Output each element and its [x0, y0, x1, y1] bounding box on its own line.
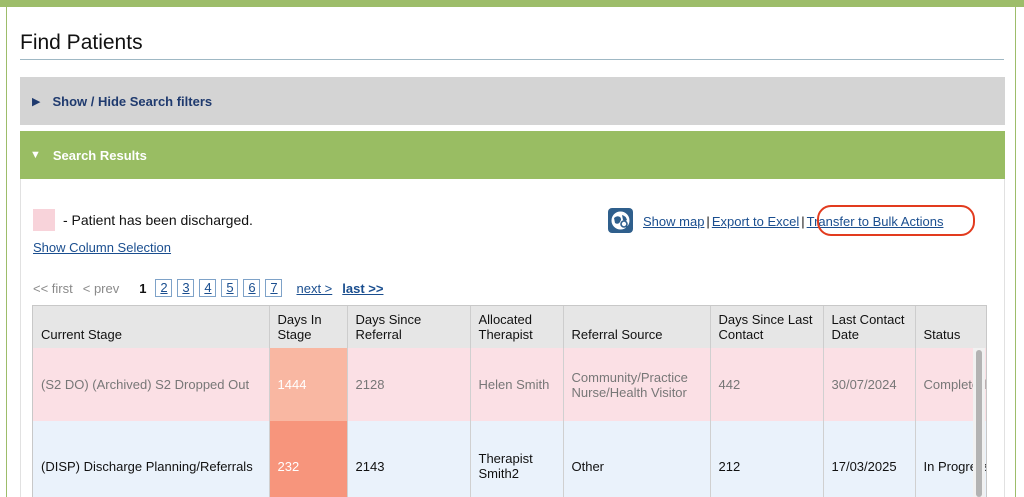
table-header-row: Current Stage Days In Stage Days Since R…	[33, 306, 986, 348]
export-to-excel-link[interactable]: Export to Excel	[712, 214, 799, 229]
pager-first: << first	[33, 280, 73, 296]
table-cell-last-contact-date: 17/03/2025	[823, 421, 916, 497]
show-column-selection-link[interactable]: Show Column Selection	[33, 240, 171, 255]
title-divider	[20, 59, 1004, 60]
table-row[interactable]: (S2 DO) (Archived) S2 Dropped Out 1444 2…	[33, 348, 986, 421]
table-cell-days-since-last-contact: 442	[710, 348, 824, 421]
table-cell-allocated-therapist: Helen Smith	[470, 348, 564, 421]
pager-next[interactable]: next >	[296, 281, 332, 296]
table-cell-days-in-stage: 1444	[269, 348, 348, 421]
column-header-last-contact-date[interactable]: Last Contact Date	[823, 306, 916, 348]
triangle-right-icon: ▶	[32, 95, 41, 108]
column-header-current-stage[interactable]: Current Stage	[33, 306, 270, 348]
pager-page-2[interactable]: 2	[155, 279, 173, 297]
show-map-link[interactable]: Show map	[643, 214, 704, 229]
table-cell-days-in-stage: 232	[269, 421, 348, 497]
table-cell-days-since-referral: 2143	[347, 421, 471, 497]
page-title: Find Patients	[20, 31, 143, 54]
toolbar-separator: |	[801, 214, 805, 229]
table-cell-days-since-referral: 2128	[347, 348, 471, 421]
search-filters-toggle[interactable]: ▶ Show / Hide Search filters	[20, 77, 1005, 125]
table-cell-current-stage: (DISP) Discharge Planning/Referrals	[33, 421, 270, 497]
pager-page-4[interactable]: 4	[199, 279, 217, 297]
column-header-status[interactable]: Status	[915, 306, 986, 348]
pager-last[interactable]: last >>	[342, 281, 383, 296]
pager-current-page: 1	[139, 280, 147, 296]
column-header-allocated-therapist[interactable]: Allocated Therapist	[470, 306, 564, 348]
search-results-label: Search Results	[52, 147, 147, 163]
highlight-circle	[817, 205, 975, 236]
table-cell-current-stage: (S2 DO) (Archived) S2 Dropped Out	[33, 348, 270, 421]
top-accent-bar	[0, 0, 1024, 7]
pager-page-6[interactable]: 6	[243, 279, 261, 297]
table-row[interactable]: (DISP) Discharge Planning/Referrals 232 …	[33, 421, 986, 497]
column-header-referral-source[interactable]: Referral Source	[563, 306, 711, 348]
map-icon[interactable]	[608, 208, 633, 233]
column-header-days-since-referral[interactable]: Days Since Referral	[347, 306, 471, 348]
table-cell-allocated-therapist: Therapist Smith2	[470, 421, 564, 497]
discharged-swatch	[33, 209, 55, 231]
search-results-header[interactable]: ▼ Search Results	[20, 131, 1005, 179]
discharged-legend-text: - Patient has been discharged.	[63, 212, 253, 228]
pagination: << first < prev 1 2 3 4 5 6 7 next > las…	[33, 278, 383, 298]
pager-page-5[interactable]: 5	[221, 279, 239, 297]
scrollbar-thumb[interactable]	[976, 350, 982, 497]
triangle-down-icon: ▼	[30, 149, 41, 161]
toolbar-separator: |	[706, 214, 710, 229]
table-cell-last-contact-date: 30/07/2024	[823, 348, 916, 421]
pager-page-3[interactable]: 3	[177, 279, 195, 297]
column-header-days-in-stage[interactable]: Days In Stage	[269, 306, 348, 348]
results-table-container: Current Stage Days In Stage Days Since R…	[32, 305, 987, 497]
table-cell-referral-source: Community/Practice Nurse/Health Visitor	[563, 348, 711, 421]
pager-page-7[interactable]: 7	[265, 279, 283, 297]
table-cell-days-since-last-contact: 212	[710, 421, 824, 497]
search-filters-label: Show / Hide Search filters	[52, 93, 213, 109]
table-vertical-scrollbar[interactable]	[973, 348, 985, 497]
pager-prev: < prev	[82, 280, 120, 296]
results-table: Current Stage Days In Stage Days Since R…	[33, 306, 986, 497]
column-header-days-since-last-contact[interactable]: Days Since Last Contact	[710, 306, 824, 348]
table-cell-referral-source: Other	[563, 421, 711, 497]
